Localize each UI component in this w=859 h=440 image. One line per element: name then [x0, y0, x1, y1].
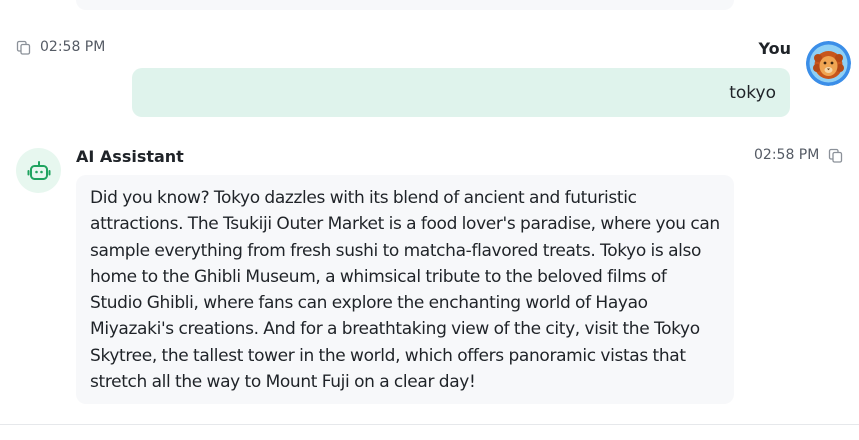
divider: [0, 424, 859, 425]
previous-assistant-bubble: [76, 0, 734, 10]
user-message-bubble: tokyo: [132, 68, 790, 117]
robot-icon: [27, 160, 50, 180]
assistant-message-timestamp: 02:58 PM: [754, 147, 820, 163]
copy-icon[interactable]: [16, 40, 31, 55]
copy-icon[interactable]: [828, 148, 843, 163]
assistant-message-meta: 02:58 PM: [754, 147, 843, 163]
assistant-message-bubble: Did you know? Tokyo dazzles with its ble…: [76, 175, 734, 404]
assistant-sender-name: AI Assistant: [76, 147, 184, 166]
user-avatar: [806, 41, 851, 86]
user-message-text: tokyo: [729, 82, 776, 103]
user-sender-name: You: [758, 39, 792, 58]
lion-avatar-icon: [806, 41, 851, 86]
assistant-avatar: [16, 148, 61, 193]
user-message-meta: 02:58 PM: [16, 39, 105, 55]
user-message-timestamp: 02:58 PM: [40, 39, 106, 55]
assistant-message-text: Did you know? Tokyo dazzles with its ble…: [90, 188, 720, 393]
chat-page: 02:58 PM You tokyo AI Assistant 02:58 PM…: [0, 0, 859, 440]
